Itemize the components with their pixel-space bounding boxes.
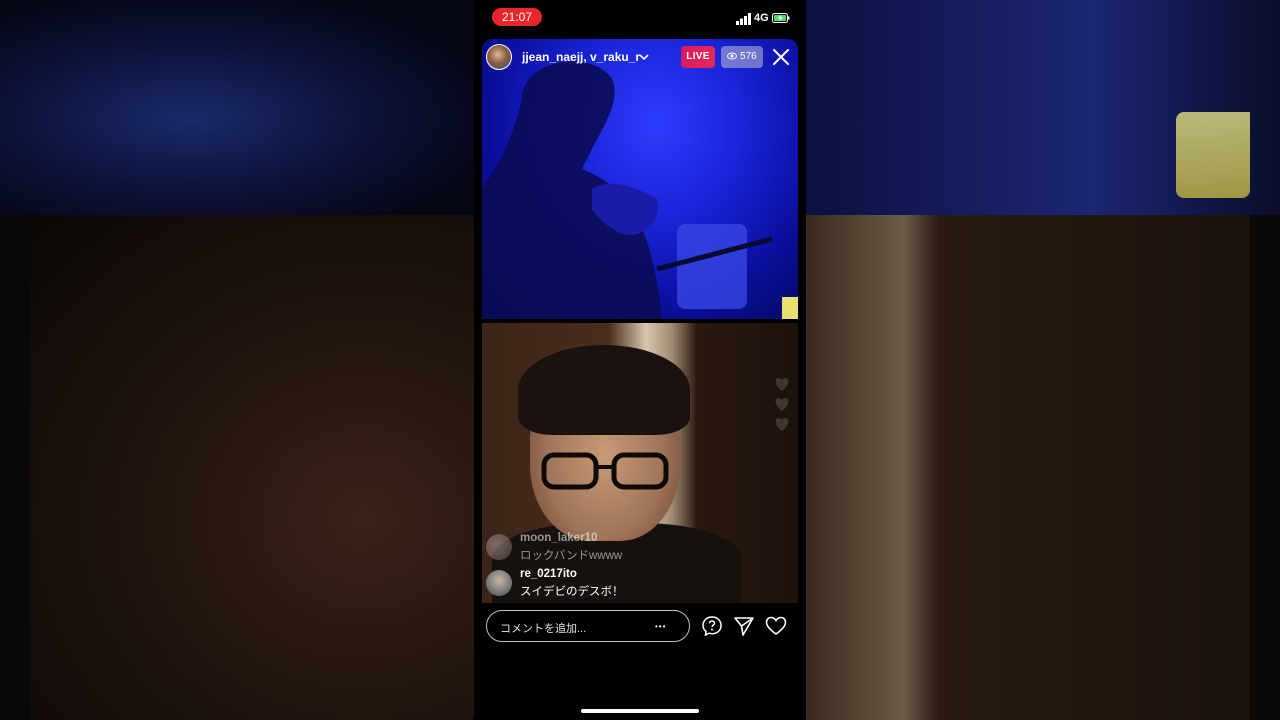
comment-feed: moon_laker10 ロックバンドwwww re_0217ito スイデビの… xyxy=(486,532,706,604)
comment-placeholder: コメントを追加... xyxy=(500,623,587,635)
status-bar: 21:07 4G xyxy=(474,0,806,36)
host-usernames[interactable]: jjean_naejj, v_raku_r xyxy=(522,50,640,64)
blurred-bottom-video xyxy=(806,215,1250,720)
phone-screen: 21:07 4G jjean_naejj, v_raku_r LIVE 576 … xyxy=(474,0,806,720)
chevron-down-icon[interactable] xyxy=(638,51,650,63)
person-hair xyxy=(518,345,690,435)
comment-bar: コメントを追加... ••• xyxy=(486,610,796,642)
live-header: jjean_naejj, v_raku_r LIVE 576 xyxy=(486,44,796,70)
blurred-background-left xyxy=(0,0,474,720)
comment-text: ロックバンドwwww xyxy=(520,550,623,562)
send-icon[interactable] xyxy=(733,615,755,637)
guest-video-top xyxy=(482,39,798,319)
viewer-count-badge[interactable]: 576 xyxy=(721,46,763,68)
blurred-lamp xyxy=(1176,112,1250,198)
comment-input[interactable]: コメントを追加... ••• xyxy=(486,610,690,642)
eye-icon xyxy=(727,52,738,60)
more-options-icon[interactable]: ••• xyxy=(655,622,666,631)
commenter-avatar[interactable] xyxy=(486,570,512,596)
home-indicator[interactable] xyxy=(581,709,699,713)
comment-item[interactable]: moon_laker10 ロックバンドwwww xyxy=(486,532,706,568)
comment-username[interactable]: moon_laker10 xyxy=(520,532,597,544)
heart-icon[interactable] xyxy=(765,615,787,637)
commenter-avatar[interactable] xyxy=(486,534,512,560)
host-avatar[interactable] xyxy=(486,44,512,70)
network-label: 4G xyxy=(754,12,769,24)
battery-charging-icon xyxy=(772,13,790,23)
comment-item[interactable]: re_0217ito スイデビのデスボ！ xyxy=(486,568,706,604)
viewer-count: 576 xyxy=(740,51,757,62)
blurred-bottom-video xyxy=(30,215,474,720)
floating-hearts xyxy=(775,378,789,431)
close-icon[interactable] xyxy=(772,48,790,66)
signal-icon xyxy=(736,13,751,25)
comment-username[interactable]: re_0217ito xyxy=(520,568,577,580)
blurred-top-video xyxy=(0,0,474,215)
singer-silhouette xyxy=(482,61,798,319)
comment-text: スイデビのデスボ！ xyxy=(520,586,624,598)
live-badge: LIVE xyxy=(681,46,715,68)
question-icon[interactable] xyxy=(701,615,723,637)
blurred-background-right xyxy=(806,0,1280,720)
status-time: 21:07 xyxy=(492,8,542,26)
glasses-shape xyxy=(541,452,669,490)
